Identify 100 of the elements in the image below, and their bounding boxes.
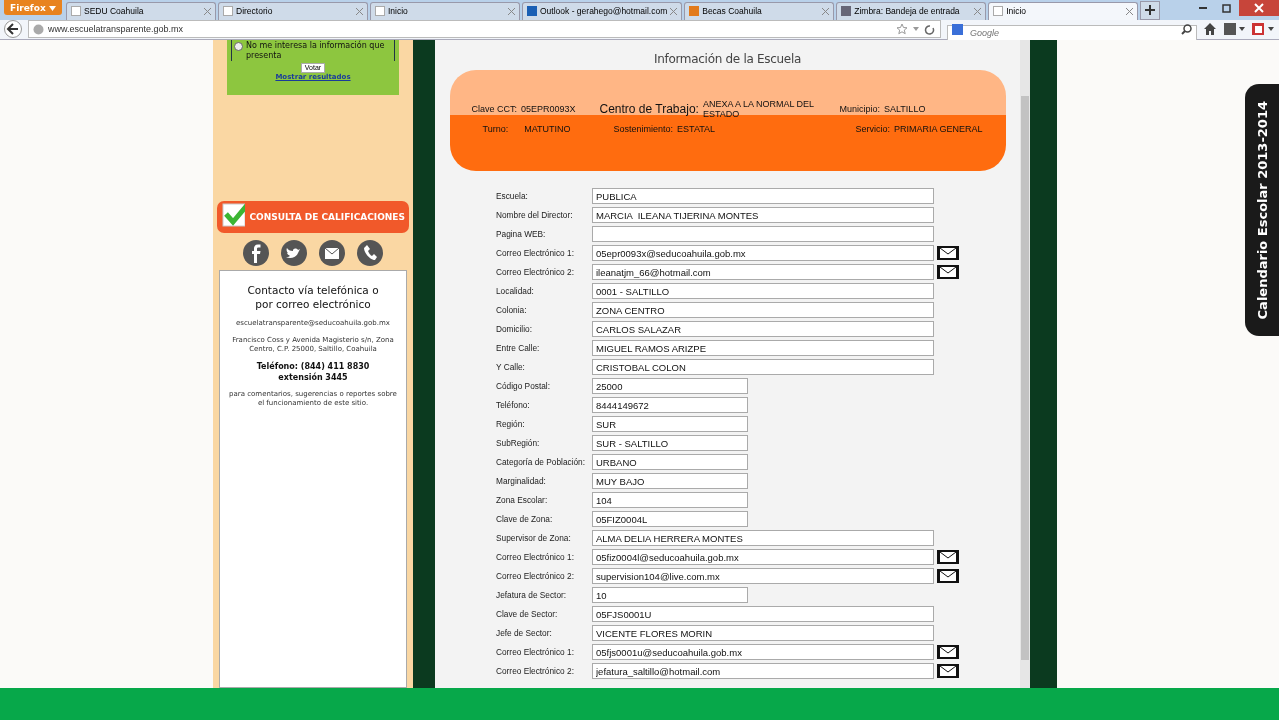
text-field[interactable]: 05fjs0001u@seducoahuila.gob.mx (592, 644, 934, 660)
field-label: Pagina WEB: (496, 229, 547, 239)
close-icon[interactable] (822, 7, 830, 15)
text-field[interactable]: ileanatjm_66@hotmail.com (592, 264, 934, 280)
browser-tab[interactable]: Directorio (218, 1, 368, 20)
field-label: Correo Electrónico 2: (496, 571, 575, 581)
envelope-icon[interactable] (937, 569, 959, 583)
star-icon[interactable] (896, 23, 936, 36)
header-value: 05EPR0093X (521, 104, 576, 114)
header-label: Clave CCT: (471, 104, 517, 114)
text-field[interactable]: 8444149672 (592, 397, 748, 413)
phone-icon[interactable] (356, 239, 384, 267)
browser-tab[interactable]: SEDU Coahuila (66, 1, 216, 20)
field-label: SubRegión: (496, 438, 541, 448)
text-field[interactable]: ALMA DELIA HERRERA MONTES (592, 530, 934, 546)
facebook-icon[interactable] (242, 239, 270, 267)
search-icon[interactable] (1181, 24, 1192, 36)
field-label: Jefatura de Sector: (496, 590, 568, 600)
text-field[interactable]: 104 (592, 492, 748, 508)
field-label: Jefe de Sector: (496, 628, 553, 638)
field-label: Clave de Sector: (496, 609, 559, 619)
minimize-icon (1199, 7, 1207, 9)
envelope-icon[interactable] (937, 246, 959, 260)
field-label: Colonia: (496, 305, 528, 315)
close-icon[interactable] (1126, 7, 1134, 15)
text-field[interactable]: MARCIA ILEANA TIJERINA MONTES (592, 207, 934, 223)
text-field[interactable]: PUBLICA (592, 188, 934, 204)
field-label: Correo Electrónico 1: (496, 248, 575, 258)
browser-tab[interactable]: Outlook - gerahego@hotmail.com (522, 1, 683, 20)
bird-icon[interactable] (280, 239, 308, 267)
caret-icon (48, 5, 56, 11)
tab-title: Zimbra: Bandeja de entrada (854, 6, 961, 16)
header-value: MATUTINO (524, 124, 571, 134)
contact-extension: extensión 3445 (278, 373, 348, 382)
bookmarks-icon[interactable] (1223, 22, 1245, 37)
text-field[interactable]: ZONA CENTRO (592, 302, 934, 318)
browser-tab[interactable]: Becas Coahuila (684, 1, 835, 20)
text-field[interactable]: CARLOS SALAZAR (592, 321, 934, 337)
text-field[interactable]: MIGUEL RAMOS ARIZPE (592, 340, 934, 356)
close-icon[interactable] (508, 7, 515, 15)
page-title: Información de la Escuela (653, 52, 802, 66)
text-field[interactable]: SUR (592, 416, 748, 432)
new-tab-button[interactable] (1140, 0, 1161, 20)
calendar-tab[interactable]: Calendario Escolar 2013-2014 (1245, 84, 1279, 336)
field-label: Localidad: (496, 286, 535, 296)
tab-title: Outlook - gerahego@hotmail.com (540, 6, 668, 16)
text-field[interactable]: jefatura_saltillo@hotmail.com (592, 663, 934, 679)
field-label: Correo Electrónico 2: (496, 666, 575, 676)
text-field[interactable] (592, 226, 934, 242)
text-field[interactable]: supervision104@live.com.mx (592, 568, 934, 584)
text-field[interactable]: CRISTOBAL COLON (592, 359, 934, 375)
text-field[interactable]: URBANO (592, 454, 748, 470)
field-label: Correo Electrónico 1: (496, 552, 575, 562)
close-icon[interactable] (974, 7, 982, 15)
back-button[interactable] (4, 20, 22, 39)
field-label: Clave de Zona: (496, 514, 554, 524)
header-value: ESTATAL (677, 124, 716, 134)
close-icon[interactable] (670, 7, 678, 15)
field-label: Y Calle: (496, 362, 526, 372)
close-icon (1254, 3, 1264, 13)
address-bar[interactable]: www.escuelatransparente.gob.mx (28, 20, 941, 39)
tab-title: Inicio (388, 6, 409, 16)
search-field[interactable]: Google (947, 25, 1197, 42)
close-icon[interactable] (356, 7, 363, 15)
envelope-icon[interactable] (937, 550, 959, 564)
text-field[interactable]: SUR - SALTILLO (592, 435, 748, 451)
envelope-icon[interactable] (937, 265, 959, 279)
text-field[interactable]: 05FIZ0004L (592, 511, 748, 527)
close-icon[interactable] (204, 7, 211, 15)
envelope-icon[interactable] (937, 664, 959, 678)
header-label: Sostenimiento: (613, 124, 674, 134)
text-field[interactable]: 05FJS0001U (592, 606, 934, 622)
home-icon[interactable] (1203, 22, 1217, 37)
field-label: Zona Escolar: (496, 495, 549, 505)
text-field[interactable]: 25000 (592, 378, 748, 394)
field-label: Correo Electrónico 1: (496, 647, 575, 657)
header-label: Turno: (482, 124, 509, 134)
browser-tab[interactable]: Zimbra: Bandeja de entrada (836, 1, 987, 20)
radio-button[interactable] (234, 42, 243, 51)
text-field[interactable]: VICENTE FLORES MORIN (592, 625, 934, 641)
tab-title: Inicio (1006, 6, 1028, 16)
header-value: PRIMARIA GENERAL (894, 124, 983, 134)
close-window-button[interactable] (1239, 0, 1279, 16)
envelope-icon[interactable] (318, 239, 346, 267)
tab-title: Directorio (236, 6, 274, 16)
text-field[interactable]: MUY BAJO (592, 473, 748, 489)
scrollbar[interactable] (1020, 40, 1030, 688)
plus-icon (1144, 4, 1157, 16)
tab-title: SEDU Coahuila (84, 6, 145, 16)
field-label: Escuela: (496, 191, 529, 201)
text-field[interactable]: 05fiz0004l@seducoahuila.gob.mx (592, 549, 934, 565)
text-field[interactable]: 0001 - SALTILLO (592, 283, 934, 299)
globe-icon (33, 23, 44, 35)
text-field[interactable]: 10 (592, 587, 748, 603)
browser-tab[interactable]: Inicio (988, 1, 1139, 20)
text-field[interactable]: 05epr0093x@seducoahuila.gob.mx (592, 245, 934, 261)
header-value: SALTILLO (884, 104, 926, 114)
envelope-icon[interactable] (937, 645, 959, 659)
addon-icon[interactable] (1251, 22, 1275, 37)
browser-tab[interactable]: Inicio (370, 1, 520, 20)
